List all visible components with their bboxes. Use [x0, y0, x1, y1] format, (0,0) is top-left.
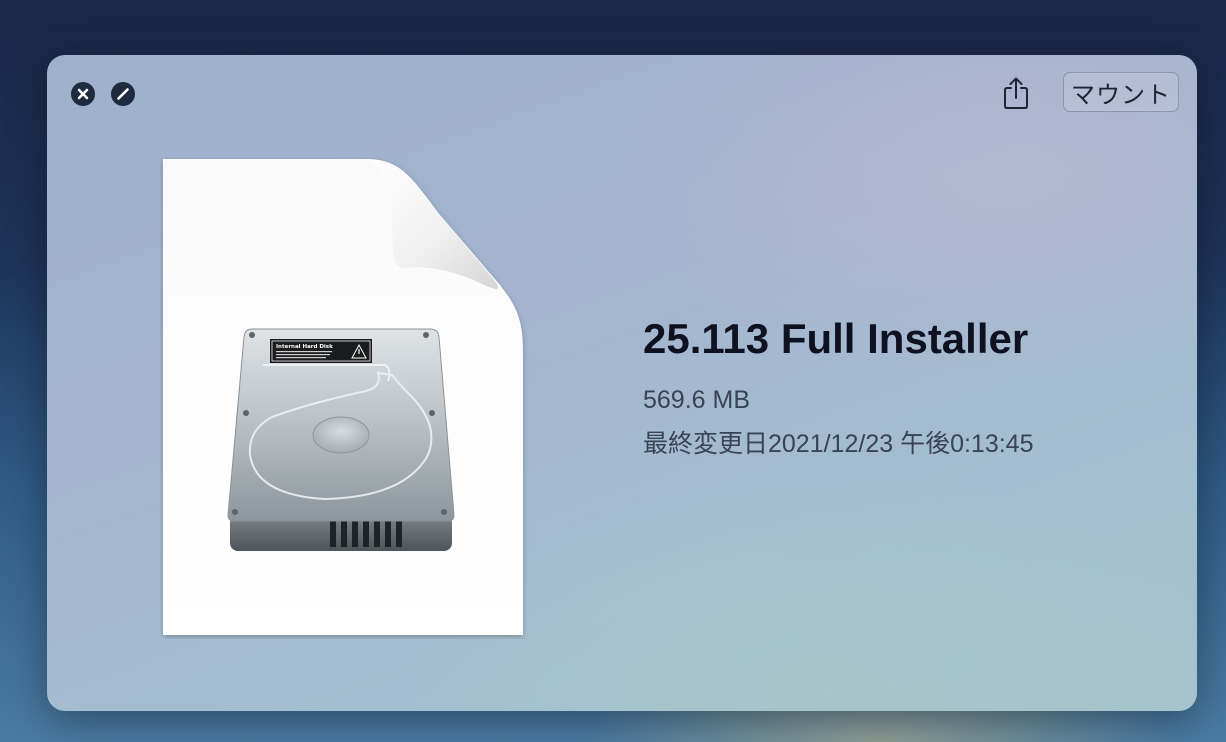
- desktop-background: マウント Internal Hard Disk 25.113 Full Inst…: [0, 0, 1226, 742]
- mount-button[interactable]: マウント: [1063, 72, 1179, 112]
- file-info: 25.113 Full Installer 569.6 MB 最終変更日2021…: [643, 313, 1033, 459]
- share-button[interactable]: [1000, 75, 1032, 111]
- file-name: 25.113 Full Installer: [643, 315, 1029, 362]
- close-icon: [77, 88, 89, 100]
- close-button[interactable]: [71, 82, 95, 106]
- disk-image-document-icon: Internal Hard Disk: [160, 155, 530, 639]
- fullscreen-icon: [117, 88, 129, 100]
- quick-look-window: マウント Internal Hard Disk 25.113 Full Inst…: [47, 55, 1197, 711]
- modified-date: 最終変更日2021/12/23 午後0:13:45: [643, 430, 1034, 458]
- fullscreen-button[interactable]: [111, 82, 135, 106]
- share-icon: [1004, 77, 1028, 109]
- file-size: 569.6 MB: [643, 386, 751, 414]
- disk-label-text: Internal Hard Disk: [276, 344, 333, 350]
